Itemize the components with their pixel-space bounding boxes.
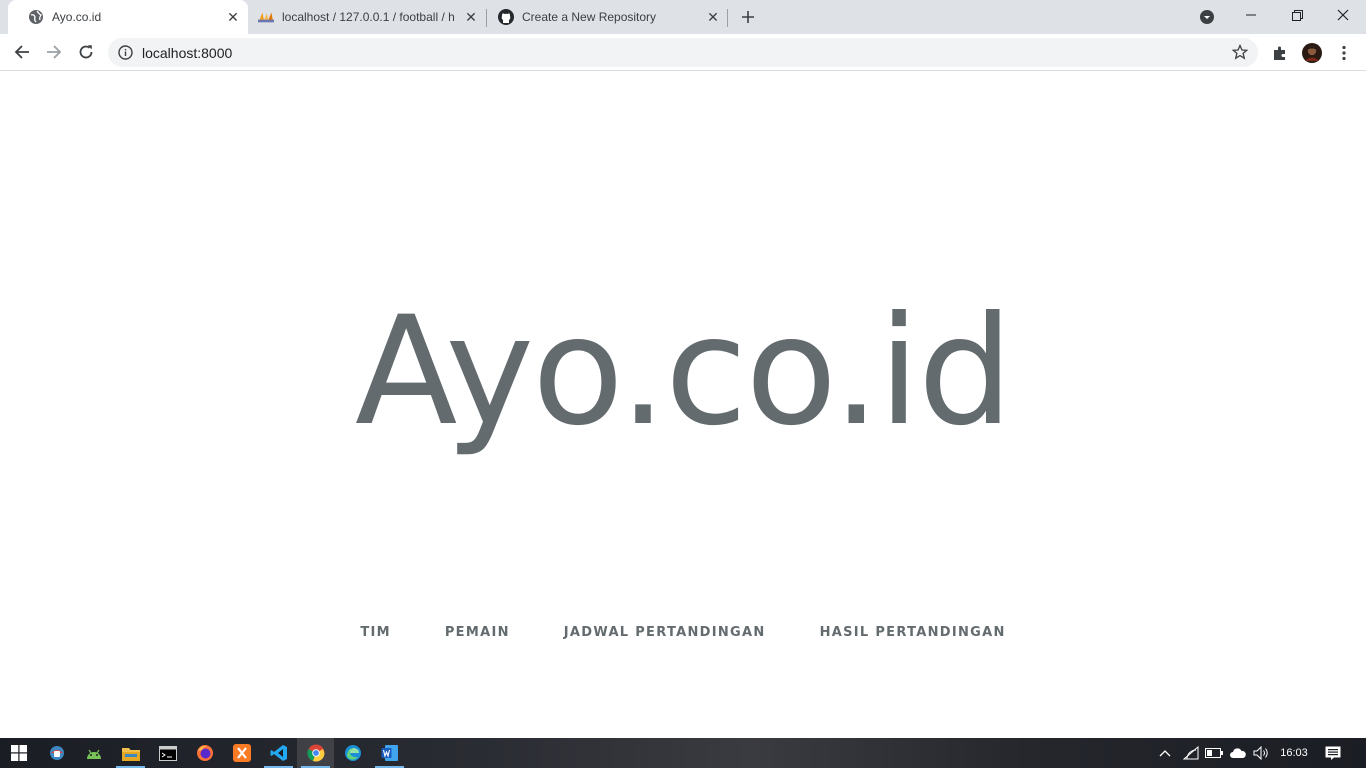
tab-search-button[interactable] xyxy=(1184,2,1230,32)
brand-title: Ayo.co.id xyxy=(354,285,1013,459)
battery-status[interactable] xyxy=(1203,738,1225,768)
windows-taskbar: 16:03 xyxy=(0,738,1366,768)
close-icon[interactable]: ✕ xyxy=(224,8,242,26)
puzzle-icon xyxy=(1274,46,1285,60)
reload-icon xyxy=(79,45,93,59)
tab-title: localhost / 127.0.0.1 / football / h xyxy=(282,10,455,24)
phpmyadmin-icon xyxy=(258,9,274,25)
extensions-button[interactable] xyxy=(1269,42,1291,64)
address-bar[interactable]: localhost:8000 xyxy=(108,38,1258,67)
taskbar-app-edge[interactable] xyxy=(334,738,371,768)
restore-button[interactable] xyxy=(1274,0,1320,30)
speaker-icon xyxy=(1253,746,1268,760)
taskbar-clock[interactable]: 16:03 xyxy=(1275,738,1313,768)
nav-link-pemain[interactable]: PEMAIN xyxy=(418,625,537,640)
nav-link-tim[interactable]: TIM xyxy=(333,625,418,640)
android-icon xyxy=(86,749,101,759)
close-window-button[interactable] xyxy=(1320,0,1366,30)
nav-link-hasil-pertandingan[interactable]: HASIL PERTANDINGAN xyxy=(793,625,1033,640)
tab-ayo[interactable]: Ayo.co.id ✕ xyxy=(8,0,248,34)
close-icon[interactable]: ✕ xyxy=(462,8,480,26)
network-status[interactable] xyxy=(1180,738,1202,768)
word-icon xyxy=(381,745,398,761)
bookmark-star-icon[interactable] xyxy=(1231,43,1249,65)
reload-button[interactable] xyxy=(72,38,100,66)
close-icon[interactable]: ✕ xyxy=(704,8,722,26)
tab-title: Ayo.co.id xyxy=(52,10,102,24)
tab-separator xyxy=(727,9,728,27)
tab-phpmyadmin[interactable]: localhost / 127.0.0.1 / football / h ✕ xyxy=(250,0,486,34)
database-app-icon xyxy=(49,746,64,760)
xampp-icon xyxy=(232,744,251,762)
info-icon[interactable] xyxy=(118,45,133,60)
chevron-up-icon xyxy=(1159,750,1171,757)
kebab-menu-icon xyxy=(1342,45,1346,61)
wifi-icon xyxy=(1183,746,1199,760)
nav-link-jadwal-pertandingan[interactable]: JADWAL PERTANDINGAN xyxy=(537,625,793,640)
globe-icon xyxy=(28,9,44,25)
taskbar-app-android-studio[interactable] xyxy=(75,738,112,768)
start-button[interactable] xyxy=(0,738,37,768)
folder-icon xyxy=(121,747,140,761)
onedrive-status[interactable] xyxy=(1227,738,1249,768)
show-hidden-icons-button[interactable] xyxy=(1155,738,1175,768)
browser-toolbar: localhost:8000 xyxy=(0,34,1366,71)
tab-title: Create a New Repository xyxy=(522,10,657,24)
windows-logo-icon xyxy=(10,745,27,761)
main-nav: TIM PEMAIN JADWAL PERTANDINGAN HASIL PER… xyxy=(0,625,1366,640)
volume-control[interactable] xyxy=(1251,738,1273,768)
minimize-button[interactable] xyxy=(1228,0,1274,30)
chevron-down-icon xyxy=(1200,10,1214,24)
taskbar-app-terminal[interactable] xyxy=(149,738,186,768)
tab-github[interactable]: Create a New Repository ✕ xyxy=(488,0,728,34)
back-button[interactable] xyxy=(8,38,36,66)
tab-separator xyxy=(486,9,487,27)
edge-icon xyxy=(344,745,361,761)
arrow-left-icon xyxy=(14,45,29,59)
cloud-icon xyxy=(1230,747,1246,758)
battery-icon xyxy=(1205,748,1223,758)
profile-avatar[interactable] xyxy=(1301,42,1323,64)
taskbar-app-firefox[interactable] xyxy=(186,738,223,768)
url-text: localhost:8000 xyxy=(142,45,233,61)
action-center-button[interactable] xyxy=(1320,738,1346,768)
terminal-icon xyxy=(158,745,177,761)
firefox-icon xyxy=(196,745,213,761)
arrow-right-icon xyxy=(47,45,62,59)
taskbar-app-xampp[interactable] xyxy=(223,738,260,768)
chrome-icon xyxy=(306,744,325,762)
vscode-icon xyxy=(270,745,287,761)
taskbar-app-vscode[interactable] xyxy=(260,738,297,768)
taskbar-app-chrome[interactable] xyxy=(297,738,334,768)
taskbar-app-file-explorer[interactable] xyxy=(112,738,149,768)
browser-tabstrip: Ayo.co.id ✕ localhost / 127.0.0.1 / foot… xyxy=(0,0,1366,34)
notification-icon xyxy=(1325,746,1341,760)
taskbar-app-mysql[interactable] xyxy=(38,738,75,768)
page-content: Ayo.co.id TIM PEMAIN JADWAL PERTANDINGAN… xyxy=(0,71,1366,738)
taskbar-app-word[interactable] xyxy=(371,738,408,768)
github-icon xyxy=(498,9,514,25)
forward-button[interactable] xyxy=(40,38,68,66)
chrome-menu-button[interactable] xyxy=(1333,42,1355,64)
new-tab-button[interactable] xyxy=(736,6,760,28)
